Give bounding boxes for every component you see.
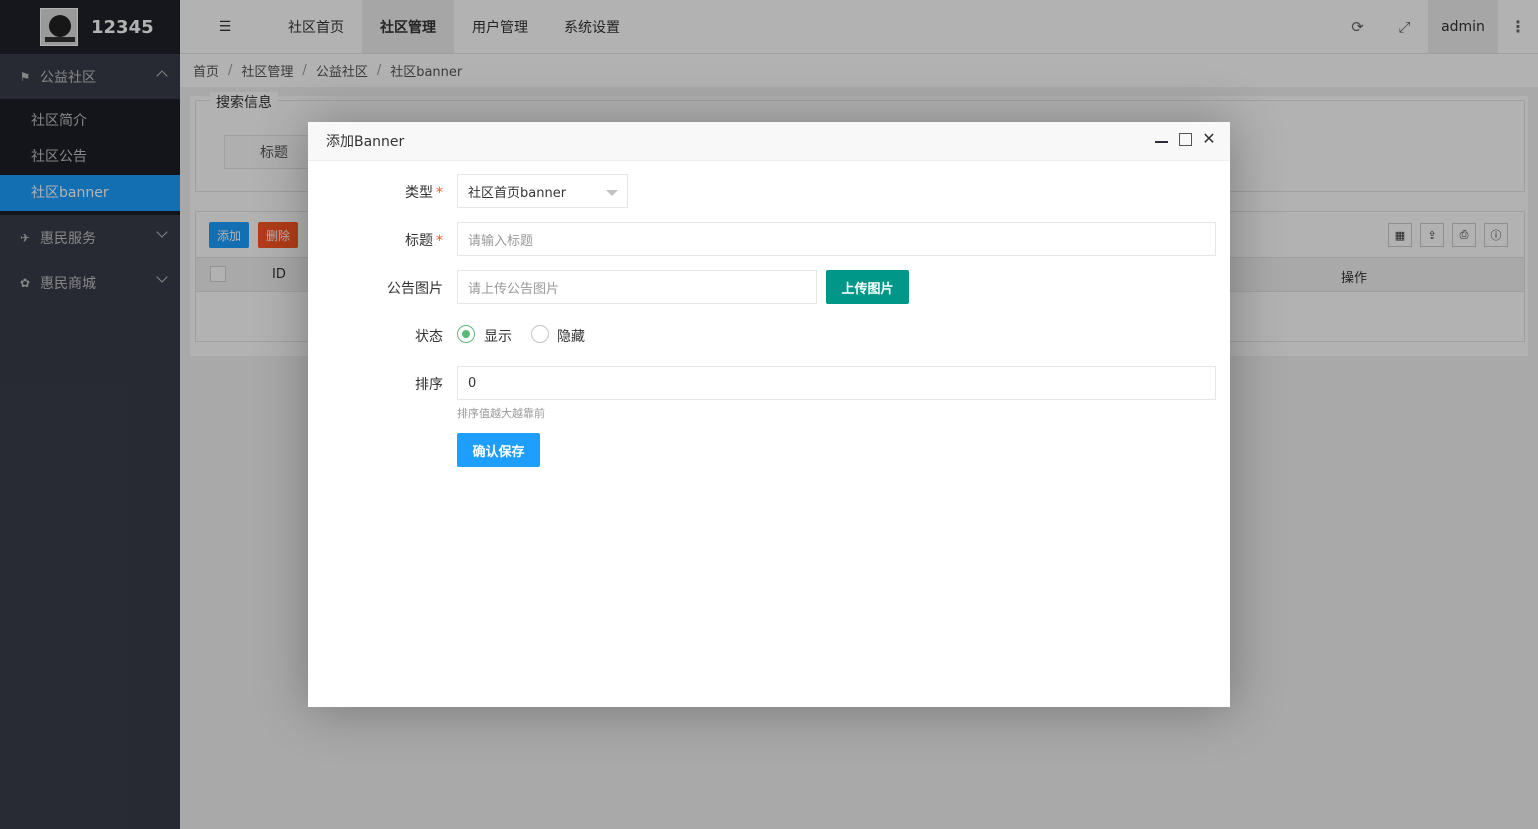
modal-title: 添加Banner <box>326 134 405 150</box>
caret-down-icon <box>606 190 618 196</box>
close-icon[interactable]: ✕ <box>1202 131 1216 147</box>
status-hide-radio[interactable] <box>531 325 549 343</box>
type-select[interactable]: 社区首页banner <box>457 174 628 208</box>
type-select-value: 社区首页banner <box>468 185 567 201</box>
image-input[interactable]: 请上传公告图片 <box>457 270 817 304</box>
status-label: 状态 <box>415 329 443 345</box>
maximize-icon[interactable] <box>1179 132 1192 146</box>
type-label: 类型 * <box>405 185 443 201</box>
title-label: 标题 * <box>405 233 443 249</box>
title-input[interactable]: 请输入标题 <box>457 222 1216 256</box>
upload-image-button[interactable]: 上传图片 <box>826 270 909 304</box>
image-label: 公告图片 <box>387 281 443 297</box>
confirm-save-button[interactable]: 确认保存 <box>457 433 540 467</box>
modal-header: 添加Banner ✕ <box>308 122 1230 161</box>
sort-input[interactable]: 0 <box>457 366 1216 400</box>
status-show-radio[interactable] <box>457 325 475 343</box>
status-show-label[interactable]: 显示 <box>484 326 512 346</box>
add-banner-modal: 添加Banner ✕ 类型 * 社区首页banner 标题 * 请输入标题 公告图片… <box>308 122 1230 707</box>
sort-label: 排序 <box>415 377 443 393</box>
status-hide-label[interactable]: 隐藏 <box>557 326 585 346</box>
sort-help-text: 排序值越大越靠前 <box>457 407 545 420</box>
minimize-icon[interactable] <box>1155 132 1169 146</box>
